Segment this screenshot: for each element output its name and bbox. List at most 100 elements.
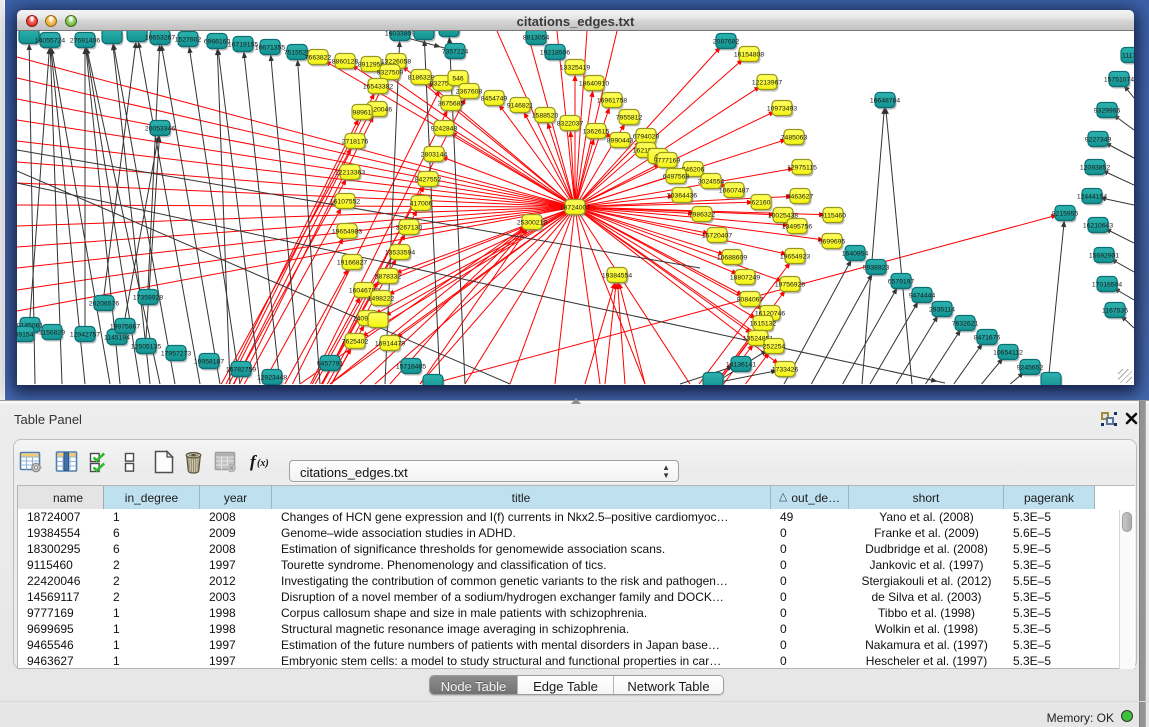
graph-node[interactable]: 7986322: [689, 207, 716, 224]
graph-node[interactable]: 1362615: [583, 124, 610, 141]
graph-node[interactable]: 16107552: [330, 194, 360, 211]
graph-node[interactable]: 19654983: [332, 224, 362, 241]
tab-node-table[interactable]: Node Table: [430, 676, 517, 695]
graph-node[interactable]: 3675685: [438, 96, 465, 113]
graph-node[interactable]: 1588520: [532, 108, 559, 125]
scrollbar-thumb[interactable]: [1122, 512, 1132, 532]
graph-node[interactable]: 13533594: [385, 245, 415, 262]
graph-node[interactable]: 19654923: [780, 249, 810, 266]
graph-node[interactable]: 3267130: [396, 220, 423, 237]
graph-node[interactable]: 10653267: [145, 31, 175, 47]
graph-node[interactable]: 1167535: [1102, 303, 1128, 320]
column-header-in_degree[interactable]: in_degree: [104, 486, 200, 509]
table-source-dropdown[interactable]: citations_edges.txt ▲▼: [289, 460, 679, 482]
table-row[interactable]: 911546021997Tourette syndrome. Phenomeno…: [18, 558, 1095, 574]
graph-node[interactable]: 1156829: [39, 325, 65, 342]
graph-node[interactable]: 6966160: [204, 34, 231, 51]
column-header-out_de[interactable]: △out_de…: [771, 486, 849, 509]
table-row[interactable]: 1830029562008Estimation of significance …: [18, 542, 1095, 558]
graph-node[interactable]: 9463627: [787, 189, 814, 206]
graph-node[interactable]: 20053346: [145, 121, 175, 138]
function-icon[interactable]: f(x): [249, 450, 273, 474]
graph-node[interactable]: 8215955: [1052, 206, 1079, 223]
graph-node[interactable]: [368, 313, 390, 330]
graph-node[interactable]: 2803144: [421, 147, 448, 164]
panel-divider-grip[interactable]: [571, 398, 581, 404]
graph-node[interactable]: 9146821: [507, 98, 534, 115]
graph-node[interactable]: 8322037: [557, 116, 584, 133]
graph-node[interactable]: [102, 31, 124, 46]
graph-node[interactable]: 8813054: [523, 31, 550, 47]
graph-node[interactable]: 1527602: [175, 32, 202, 49]
graph-node[interactable]: 7663822: [305, 50, 332, 67]
graph-node[interactable]: [423, 375, 445, 386]
column-header-name[interactable]: name: [18, 486, 104, 509]
column-select-icon[interactable]: [55, 450, 79, 474]
graph-node[interactable]: 7357224: [442, 44, 469, 61]
graph-node[interactable]: 13325419: [560, 60, 590, 77]
graph-node[interactable]: 27691406: [70, 33, 100, 50]
window-resize-grip[interactable]: [1118, 369, 1132, 383]
graph-node[interactable]: 5938923: [863, 260, 890, 277]
graph-node[interactable]: 10958187: [194, 354, 224, 371]
close-panel-icon[interactable]: [1125, 412, 1138, 425]
graph-node[interactable]: 12975115: [787, 160, 817, 177]
table-settings-icon[interactable]: [19, 450, 43, 474]
network-canvas[interactable]: 1405572427691406106532671527602696616010…: [17, 31, 1134, 385]
table-row[interactable]: 1938455462009Genome–wide association stu…: [18, 526, 1095, 542]
graph-node[interactable]: 20206576: [89, 296, 119, 313]
graph-node[interactable]: 16648784: [870, 93, 900, 110]
table-row[interactable]: 977716911998Corpus callosum shape and si…: [18, 606, 1095, 622]
graph-node[interactable]: 15751074: [1104, 72, 1134, 89]
graph-node[interactable]: 252254: [763, 339, 786, 356]
graph-node[interactable]: [414, 31, 436, 42]
graph-node[interactable]: 1498222: [368, 291, 395, 308]
graph-node[interactable]: 16033809: [385, 31, 415, 43]
tab-network-table[interactable]: Network Table: [613, 676, 723, 695]
table-row[interactable]: 1456911722003Disruption of a novel membe…: [18, 590, 1095, 606]
graph-node[interactable]: 6579197: [888, 274, 915, 291]
row-check-icon[interactable]: [88, 450, 112, 474]
graph-node[interactable]: [703, 373, 725, 386]
graph-node[interactable]: 14136141: [726, 357, 756, 374]
float-panel-icon[interactable]: [1101, 412, 1117, 426]
graph-node[interactable]: 2087682: [713, 34, 740, 51]
graph-node[interactable]: 1640954: [842, 246, 869, 263]
graph-node[interactable]: 16914479: [375, 336, 405, 353]
graph-node[interactable]: 8860128: [332, 54, 359, 71]
graph-node[interactable]: 9115460: [820, 208, 846, 225]
graph-node[interactable]: 19384554: [602, 268, 632, 285]
graph-node[interactable]: 16210643: [1083, 218, 1113, 235]
graph-node[interactable]: 9227349: [1085, 132, 1112, 149]
graph-node[interactable]: 7485063: [781, 130, 808, 147]
graph-node[interactable]: 1733426: [772, 362, 799, 379]
column-header-short[interactable]: short: [849, 486, 1004, 509]
column-header-pagerank[interactable]: pagerank: [1004, 486, 1095, 509]
graph-node[interactable]: 2935114: [929, 302, 955, 319]
graph-node[interactable]: 6497568: [663, 169, 690, 186]
column-header-year[interactable]: year: [200, 486, 272, 509]
delete-table-icon[interactable]: [214, 450, 238, 474]
graph-node[interactable]: 10671355: [255, 40, 285, 57]
graph-node[interactable]: 7955812: [616, 110, 643, 127]
graph-node[interactable]: 2718176: [342, 134, 369, 151]
graph-node[interactable]: 8454749: [481, 91, 508, 108]
graph-node[interactable]: 10654112: [993, 345, 1023, 362]
graph-node[interactable]: 15720407: [702, 228, 732, 245]
table-row[interactable]: 969969511998Structural magnetic resonanc…: [18, 622, 1095, 638]
graph-node[interactable]: 9329966: [1094, 103, 1121, 120]
vertical-scrollbar[interactable]: [1119, 510, 1134, 669]
graph-node[interactable]: 9474444: [909, 288, 936, 305]
graph-node[interactable]: 11173: [1121, 48, 1134, 65]
table-row[interactable]: 2242004622012Investigating the contribut…: [18, 574, 1095, 590]
graph-node[interactable]: [439, 31, 461, 39]
table-row[interactable]: 1872400712008Changes of HCN gene express…: [18, 510, 1095, 526]
graph-node[interactable]: 17016504: [1092, 277, 1122, 294]
table-row[interactable]: 946554611997Estimation of the future num…: [18, 638, 1095, 654]
graph-node[interactable]: 7632621: [952, 316, 979, 333]
new-document-icon[interactable]: [152, 450, 176, 474]
window-titlebar[interactable]: citations_edges.txt: [17, 10, 1134, 31]
graph-node[interactable]: 9084067: [737, 292, 764, 309]
trash-icon[interactable]: [182, 450, 206, 474]
column-header-title[interactable]: title: [272, 486, 771, 509]
